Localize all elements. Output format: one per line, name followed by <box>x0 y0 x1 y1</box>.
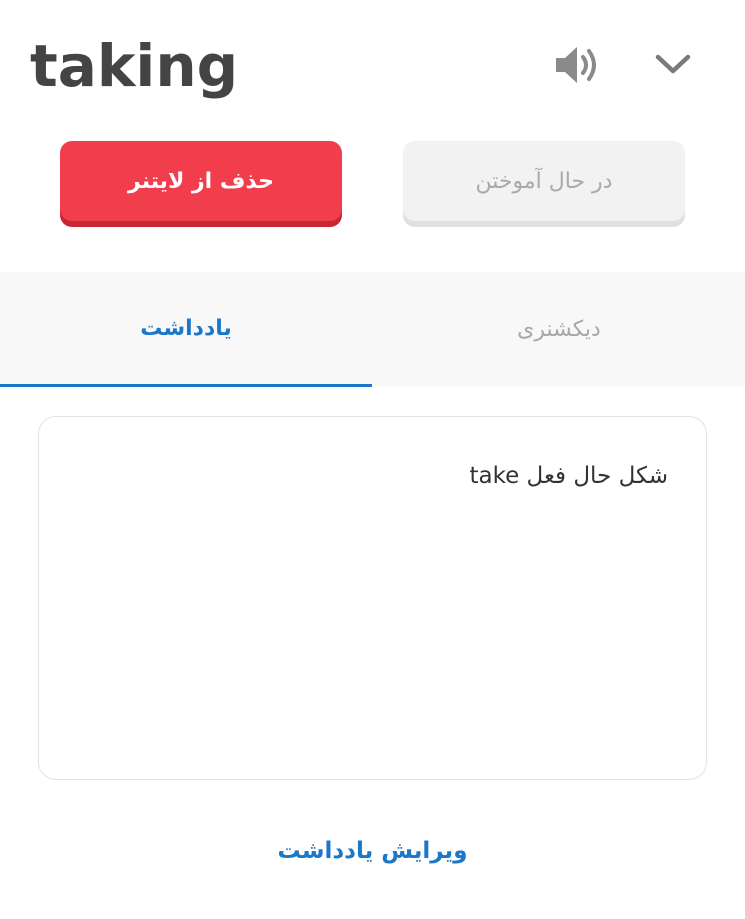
note-card: شکل حال فعل take <box>38 416 707 780</box>
tab-dictionary[interactable]: دیکشنری <box>373 272 745 387</box>
word-detail-sheet: taking حذف از لایتنر در حال آموختن یاددا… <box>0 0 745 919</box>
remove-from-leitner-button[interactable]: حذف از لایتنر <box>60 141 342 221</box>
learning-status-button[interactable]: در حال آموختن <box>403 141 685 221</box>
speaker-icon[interactable] <box>552 43 602 87</box>
word-title: taking <box>30 32 239 100</box>
tab-bar: یادداشت دیکشنری <box>0 272 745 387</box>
chevron-down-icon[interactable] <box>651 46 695 82</box>
note-text: شکل حال فعل take <box>469 463 668 489</box>
tab-notes[interactable]: یادداشت <box>0 272 372 387</box>
edit-note-link[interactable]: ویرایش یادداشت <box>0 838 745 864</box>
